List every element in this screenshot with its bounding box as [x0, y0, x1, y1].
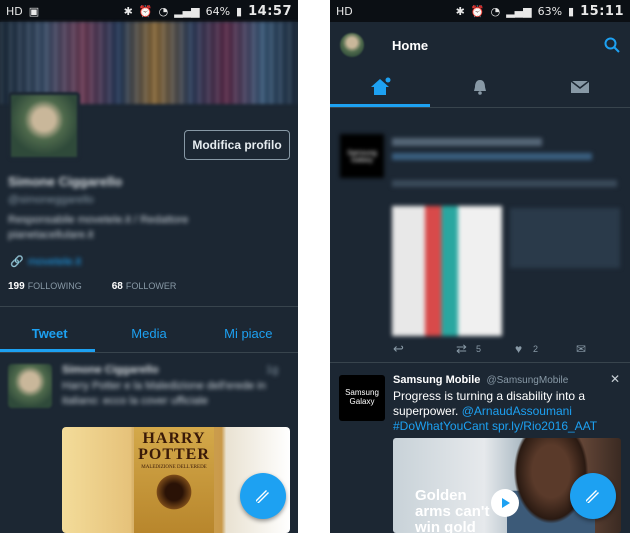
envelope-icon	[570, 80, 590, 93]
profile-handle: @simoneggarello	[8, 194, 94, 206]
text-placeholder	[510, 208, 620, 268]
profile-screen: HD ▣ ✱ ⏰ ◔ ▂▄▆ 64% ▮ 14:57 Modifica prof…	[0, 0, 298, 533]
tweet-text-line1: Harry Potter e la Maledizione dell'erede…	[62, 380, 266, 392]
direct-message-icon[interactable]: ✉	[576, 342, 586, 356]
text-placeholder	[392, 138, 542, 146]
wifi-icon: ◔	[158, 4, 169, 18]
clock: 14:57	[248, 3, 292, 19]
tweet-avatar: Samsung Galaxy	[340, 134, 384, 178]
reply-icon[interactable]: ↩	[393, 341, 404, 357]
followers-stat[interactable]: 68 FOLLOWER	[112, 281, 177, 292]
author-handle: @SamsungMobile	[486, 375, 569, 386]
alarm-icon: ⏰	[138, 4, 153, 18]
compose-tweet-button[interactable]	[570, 473, 616, 519]
app-bar: Home	[330, 22, 630, 68]
tweet-text-line2: italiano: ecco la cover ufficiale	[62, 395, 208, 407]
tweet-text: Progress is turning a disability into a …	[393, 389, 621, 434]
divider	[0, 306, 298, 307]
divider	[0, 352, 298, 353]
status-bar: HD ✱ ⏰ ◔ ▂▄▆ 63% ▮ 15:11	[330, 0, 630, 22]
tweet-avatar[interactable]: Samsung Galaxy	[339, 375, 385, 421]
tab-media[interactable]: Media	[99, 315, 198, 351]
tweet-avatar[interactable]	[8, 364, 52, 408]
tab-likes[interactable]: Mi piace	[199, 315, 298, 351]
book-emblem	[156, 474, 192, 514]
battery-level: 64%	[205, 4, 231, 18]
signal-icon: ▂▄▆	[174, 4, 200, 18]
home-icon	[371, 77, 391, 95]
alarm-icon: ⏰	[470, 4, 485, 18]
bluetooth-icon: ✱	[123, 4, 133, 18]
heart-icon[interactable]: ♥	[515, 342, 522, 356]
profile-stats: 199 FOLLOWING 68 FOLLOWER	[8, 281, 176, 292]
search-icon[interactable]	[604, 37, 620, 53]
battery-icon: ▮	[236, 4, 243, 18]
hashtag-link[interactable]: #DoWhatYouCant spr.ly/Rio2016_AAT	[393, 419, 597, 433]
battery-icon: ▮	[568, 4, 575, 18]
tweet-image	[392, 206, 502, 336]
book-cover: HARRY POTTER MALEDIZIONE DELL'EREDE	[134, 427, 214, 533]
signal-icon: ▂▄▆	[506, 4, 532, 18]
tab-notifications[interactable]	[430, 68, 530, 106]
compose-icon	[254, 488, 271, 505]
hd-icon: HD	[6, 4, 23, 18]
tab-messages[interactable]	[530, 68, 630, 106]
image-icon: ▣	[28, 4, 40, 18]
video-overlay-text: Golden arms can't win gold	[415, 487, 490, 533]
author-name[interactable]: Samsung Mobile	[393, 374, 480, 386]
compose-tweet-button[interactable]	[240, 473, 286, 519]
tweet-author: Samsung Mobile @SamsungMobile	[393, 374, 568, 386]
tab-tweet[interactable]: Tweet	[0, 315, 99, 351]
page-title: Home	[392, 37, 429, 53]
home-timeline-screen: HD ✱ ⏰ ◔ ▂▄▆ 63% ▮ 15:11 Home Samsung Ga…	[330, 0, 630, 533]
compose-icon	[584, 488, 601, 505]
play-icon	[502, 498, 510, 508]
bluetooth-icon: ✱	[455, 4, 465, 18]
battery-level: 63%	[537, 4, 563, 18]
divider	[330, 362, 630, 363]
text-placeholder	[392, 153, 592, 160]
profile-tabs: Tweet Media Mi piace	[0, 315, 298, 351]
link-icon: 🔗	[10, 256, 24, 268]
clock: 15:11	[580, 3, 624, 19]
following-stat[interactable]: 199 FOLLOWING	[8, 281, 82, 292]
home-tabs	[330, 68, 630, 106]
blurred-tweet[interactable]: Samsung Galaxy	[330, 108, 630, 363]
profile-bio-line2: pianetacellulare.it	[8, 229, 94, 241]
book-subtitle: MALEDIZIONE DELL'EREDE	[141, 465, 207, 470]
tweet-actions: ↩ ⇄ 5 ♥ 2 ✉	[330, 340, 630, 358]
hd-icon: HD	[336, 4, 353, 18]
close-icon[interactable]: ✕	[610, 372, 620, 386]
profile-website-link[interactable]: movetele.it	[28, 256, 81, 268]
text-placeholder	[392, 180, 617, 187]
profile-name: Simone Ciggarello	[8, 174, 123, 189]
like-count: 2	[533, 344, 539, 354]
edit-profile-button[interactable]: Modifica profilo	[184, 130, 290, 160]
play-button[interactable]	[491, 489, 519, 517]
wifi-icon: ◔	[490, 4, 501, 18]
book-title: HARRY POTTER	[138, 430, 210, 463]
retweet-count: 5	[476, 344, 482, 354]
profile-avatar[interactable]	[8, 92, 80, 160]
status-bar: HD ▣ ✱ ⏰ ◔ ▂▄▆ 64% ▮ 14:57	[0, 0, 298, 22]
tab-home[interactable]	[330, 68, 430, 106]
retweet-icon[interactable]: ⇄	[456, 341, 467, 357]
tweet-time: 1g	[266, 364, 279, 376]
mention-link[interactable]: @ArnaudAssoumani	[462, 404, 572, 418]
profile-bio-line1: Responsabile movetele.it / Redattore	[8, 214, 189, 226]
bell-icon	[474, 80, 486, 95]
tweet-author: Simone Ciggarello	[62, 364, 159, 376]
account-avatar[interactable]	[340, 33, 364, 57]
